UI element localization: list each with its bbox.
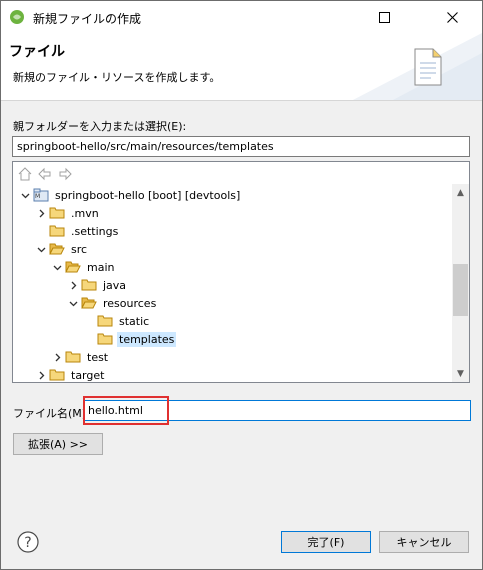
finish-button[interactable]: 完了(F) [281,531,371,553]
folder-open-icon [49,242,65,256]
folder-icon [97,332,113,346]
tree-item[interactable]: java [67,276,128,294]
cancel-button[interactable]: キャンセル [379,531,469,553]
tree-item[interactable]: target [35,366,106,382]
close-icon[interactable] [429,1,475,33]
tree-item[interactable]: .mvn [35,204,101,222]
folder-icon [49,368,65,382]
chevron-right-icon[interactable] [35,207,47,219]
chevron-right-icon[interactable] [51,351,63,363]
chevron-down-icon[interactable] [35,243,47,255]
tree-item[interactable]: test [51,348,110,366]
folder-icon [49,224,65,238]
tree-item[interactable]: src [35,240,89,258]
svg-text:M: M [35,193,40,200]
tree-item[interactable]: .settings [35,222,120,240]
eclipse-app-icon [10,10,24,24]
tree-item-label: .mvn [71,206,99,220]
chevron-down-icon[interactable] [51,261,63,273]
maximize-icon[interactable] [361,1,407,33]
folder-open-icon [65,260,81,274]
tree-item[interactable]: Mspringboot-hello [boot] [devtools] [19,186,242,204]
file-name-input[interactable]: hello.html [83,400,471,421]
folder-open-icon [81,296,97,310]
scroll-down-icon[interactable]: ▼ [452,365,469,382]
tree-item-label: templates [117,331,177,347]
svg-text:?: ? [24,535,31,551]
scroll-up-icon[interactable]: ▲ [452,184,469,201]
chevron-right-icon[interactable] [35,369,47,381]
tree-item-label: target [71,368,105,382]
tree-item-label: java [103,278,127,292]
chevron-down-icon[interactable] [19,189,31,201]
wizard-banner: ファイル 新規のファイル・リソースを作成します。 [1,33,482,101]
banner-description: 新規のファイル・リソースを作成します。 [13,71,221,84]
help-icon[interactable]: ? [17,531,39,553]
advanced-button[interactable]: 拡張(A) >> [13,433,103,455]
folder-icon [81,278,97,292]
folder-tree[interactable]: Mspringboot-hello [boot] [devtools] .mvn.… [12,161,470,383]
tree-item[interactable]: resources [67,294,158,312]
parent-folder-label: 親フォルダーを入力または選択(E): [13,120,187,133]
tree-item-label: resources [103,296,157,310]
tree-item-label: test [87,350,109,364]
tree-item-label: static [119,314,150,328]
tree-scrollbar[interactable]: ▲ ▼ [452,184,469,382]
tree-item-label: src [71,242,88,256]
title-bar: 新規ファイルの作成 [1,1,482,33]
tree-item-label: main [87,260,115,274]
chevron-down-icon[interactable] [67,297,79,309]
folder-icon [65,350,81,364]
tree-item[interactable]: templates [83,330,177,348]
window-title: 新規ファイルの作成 [33,12,142,26]
folder-icon [97,314,113,328]
scroll-thumb[interactable] [453,264,468,316]
project-icon: M [33,188,49,202]
chevron-right-icon[interactable] [67,279,79,291]
new-file-dialog: 新規ファイルの作成 ファイル 新規のファイル・リソースを作成します。 親フォルダ… [0,0,483,570]
back-icon[interactable] [37,166,53,182]
parent-folder-input[interactable]: springboot-hello/src/main/resources/temp… [12,136,470,157]
tree-item[interactable]: main [51,258,116,276]
tree-toolbar [17,166,73,182]
tree-item-label: .settings [71,224,119,238]
tree-item[interactable]: static [83,312,151,330]
home-icon[interactable] [17,166,33,182]
file-name-label: ファイル名(M): [13,407,90,420]
new-file-icon [414,48,442,86]
forward-icon[interactable] [57,166,73,182]
banner-title: ファイル [9,44,65,60]
folder-icon [49,206,65,220]
tree-item-label: springboot-hello [boot] [devtools] [55,188,241,202]
